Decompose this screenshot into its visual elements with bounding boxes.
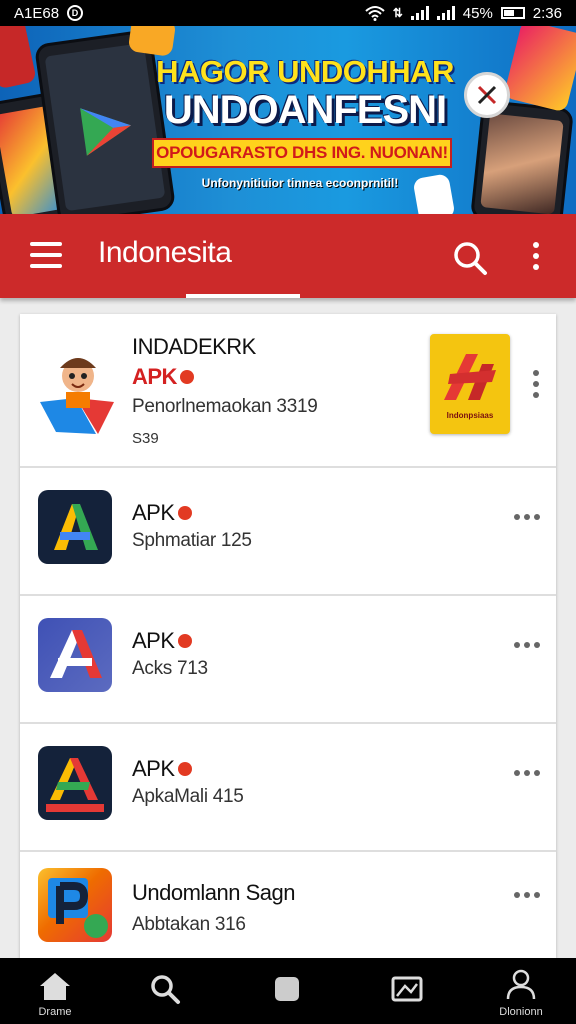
heart-icon xyxy=(177,506,192,520)
item-menu-icon[interactable] xyxy=(514,770,540,778)
search-icon xyxy=(151,975,180,1004)
banner-decor-tile-3 xyxy=(503,26,576,113)
home-icon xyxy=(40,973,70,1000)
app-icon-p-logo xyxy=(38,868,112,942)
app-size: S39 xyxy=(132,430,159,447)
app-subtitle: Acks 713 xyxy=(132,658,208,679)
nav-library[interactable] xyxy=(372,958,442,1024)
notification-icon: D xyxy=(67,5,84,21)
app-icon-a-logo xyxy=(38,746,112,820)
apk-badge: APK xyxy=(132,628,192,654)
nav-profile[interactable]: Dlonionn xyxy=(486,958,556,1024)
apk-badge: APK xyxy=(132,500,192,526)
signal-icon xyxy=(410,6,429,20)
apk-label: APK xyxy=(132,500,175,525)
nav-home-label: Drame xyxy=(38,1006,72,1018)
heart-icon xyxy=(177,762,192,776)
apk-label: APK xyxy=(132,628,175,653)
apk-badge: APK xyxy=(132,364,194,390)
heart-icon xyxy=(177,634,192,648)
app-icon-a-logo xyxy=(38,490,112,564)
list-item[interactable]: APK Acks 713 xyxy=(20,596,556,724)
data-icon: ⇅ xyxy=(392,6,403,20)
menu-icon[interactable] xyxy=(30,242,62,268)
tab-indicator xyxy=(186,294,300,298)
nav-profile-label: Dlonionn xyxy=(499,1006,543,1018)
clock: 2:36 xyxy=(532,4,562,22)
promo-logo-icon xyxy=(444,354,496,400)
apk-badge: APK xyxy=(132,756,192,782)
nav-search[interactable] xyxy=(130,958,200,1024)
app-subtitle: ApkaMali 415 xyxy=(132,786,244,807)
banner-decor-tile xyxy=(0,26,37,90)
apk-label: APK xyxy=(132,364,177,389)
square-icon xyxy=(275,977,299,1001)
item-menu-icon[interactable] xyxy=(514,892,540,900)
banner-headline-1: HAGOR UNDOHHAR xyxy=(156,54,454,89)
list-item[interactable]: APK Sphmatiar 125 xyxy=(20,468,556,596)
profile-icon xyxy=(506,969,536,1000)
signal-icon-2 xyxy=(436,6,455,20)
banner-ribbon: OPOUGARASTO DHS ING. NUONAN! xyxy=(152,138,452,168)
play-store-icon xyxy=(80,108,132,156)
library-icon xyxy=(391,976,423,1002)
item-menu-icon[interactable] xyxy=(533,370,539,398)
nav-home[interactable]: Drame xyxy=(20,958,90,1024)
battery-icon xyxy=(500,7,525,19)
apk-label: APK xyxy=(132,756,175,781)
app-subtitle: Abbtakan 316 xyxy=(132,914,246,935)
wifi-icon xyxy=(365,6,385,21)
app-subtitle: Penorlnemaokan 3319 xyxy=(132,396,318,417)
app-icon-a-logo xyxy=(38,618,112,692)
heart-icon xyxy=(179,370,194,384)
nav-apps[interactable] xyxy=(252,958,322,1024)
app-name: Undomlann Sagn xyxy=(132,880,296,905)
bottom-nav: Drame Dlonionn xyxy=(0,958,576,1024)
list-item[interactable]: APK ApkaMali 415 xyxy=(20,724,556,852)
status-bar: A1E68 D ⇅ 45% 2:36 xyxy=(0,0,576,26)
list-item[interactable]: Undomlann Sagn Abbtakan 316 xyxy=(20,852,556,958)
app-name: INDADEKRK xyxy=(132,334,256,359)
app-bar: Indonesita xyxy=(0,214,576,298)
battery-percent: 45% xyxy=(462,4,493,22)
item-menu-icon[interactable] xyxy=(514,514,540,522)
search-icon[interactable] xyxy=(450,238,490,278)
app-subtitle: Sphmatiar 125 xyxy=(132,530,252,551)
promo-thumbnail[interactable]: Indonpsiaas xyxy=(430,334,510,434)
carrier-label: A1E68 xyxy=(14,4,60,22)
promo-label: Indonpsiaas xyxy=(446,411,494,420)
promo-banner[interactable]: HAGOR UNDOHHAR UNDOANFESNI OPOUGARASTO D… xyxy=(0,26,576,214)
item-menu-icon[interactable] xyxy=(514,642,540,650)
banner-headline-2: UNDOANFESNI xyxy=(163,88,447,132)
banner-close-icon[interactable] xyxy=(464,72,510,118)
more-vert-icon[interactable] xyxy=(520,238,552,274)
list-item[interactable]: INDADEKRK APK Penorlnemaokan 3319 S39 In… xyxy=(20,314,556,468)
page-title: Indonesita xyxy=(98,236,232,269)
app-list: INDADEKRK APK Penorlnemaokan 3319 S39 In… xyxy=(20,314,556,958)
app-icon-mascot xyxy=(36,346,116,436)
banner-tagline: Unfonynitiuior tinnea ecoonprnitil! xyxy=(201,176,399,190)
